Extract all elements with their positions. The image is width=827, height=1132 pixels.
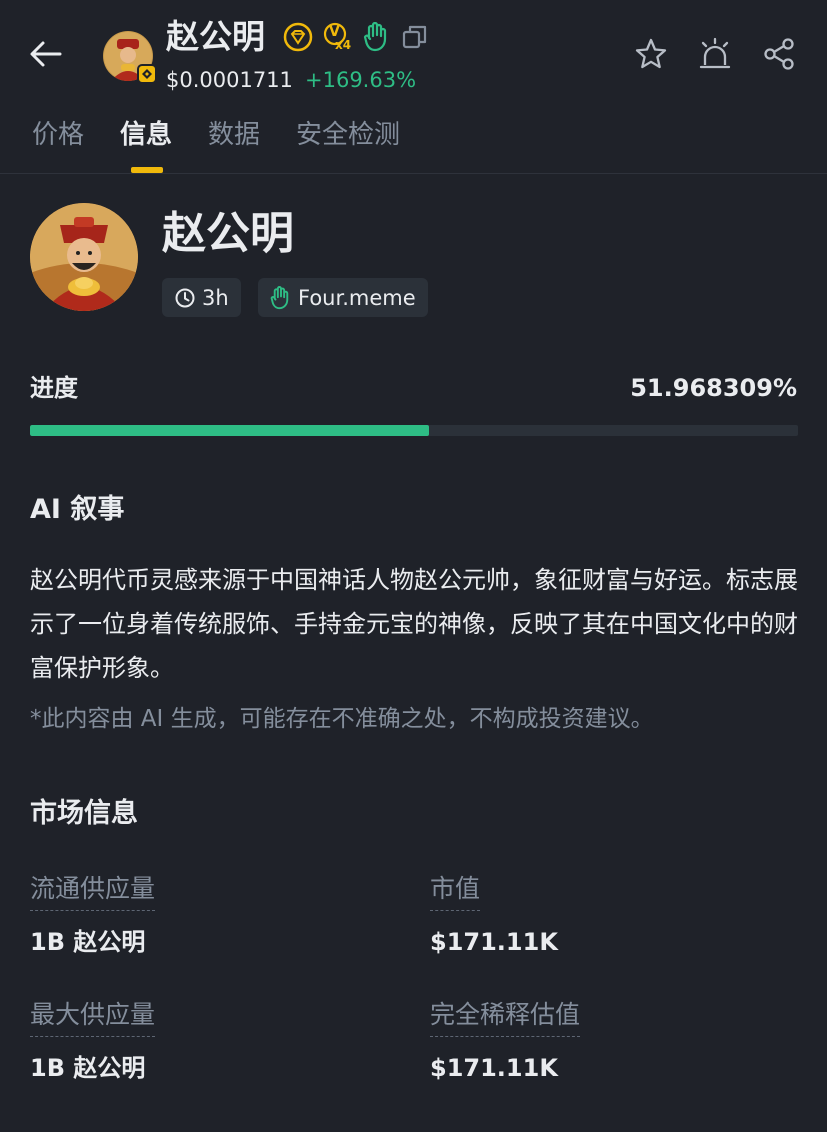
clock-icon <box>175 288 195 307</box>
header-actions <box>633 36 797 72</box>
token-avatar <box>30 203 138 311</box>
token-name: 赵公明 <box>162 208 294 259</box>
max-supply-value: 1B 赵公明 <box>30 1054 146 1082</box>
hand-icon <box>270 285 289 309</box>
fdv-value: $171.11K <box>430 1054 558 1082</box>
copy-icon[interactable] <box>401 23 429 51</box>
ai-narrative-title: AI 叙事 <box>30 494 125 525</box>
progress-bar <box>30 425 798 436</box>
back-button[interactable] <box>26 34 66 74</box>
hand-icon <box>363 22 387 52</box>
vip-multiplier: x4 <box>335 38 352 52</box>
tab-info[interactable]: 信息 <box>120 118 172 152</box>
fdv-label[interactable]: 完全稀释估值 <box>430 998 581 1037</box>
circulating-supply-label[interactable]: 流通供应量 <box>30 872 156 911</box>
max-supply-label[interactable]: 最大供应量 <box>30 998 156 1037</box>
tab-data[interactable]: 数据 <box>208 118 260 152</box>
share-button[interactable] <box>761 36 797 72</box>
bnb-chain-icon <box>137 64 157 84</box>
progress-bar-fill <box>30 425 430 436</box>
platform-name: Four.meme <box>298 285 416 310</box>
share-icon <box>764 38 794 70</box>
header: 赵公明 V x4 $0.0001711 +169.63% <box>0 0 827 110</box>
ai-narrative-body: 赵公明代币灵感来源于中国神话人物赵公元帅，象征财富与好运。标志展示了一位身着传统… <box>30 566 798 682</box>
ai-disclaimer: *此内容由 AI 生成，可能存在不准确之处，不构成投资建议。 <box>30 706 654 732</box>
alert-button[interactable] <box>697 36 733 72</box>
header-badges: V x4 <box>283 22 429 52</box>
back-arrow-icon <box>30 41 62 67</box>
market-info-title: 市场信息 <box>30 798 138 829</box>
alert-icon <box>699 37 731 69</box>
market-cap-value: $171.11K <box>430 928 558 956</box>
header-price: $0.0001711 <box>166 68 293 92</box>
active-tab-indicator <box>131 167 163 173</box>
progress-label: 进度 <box>30 374 78 402</box>
token-age: 3h <box>202 285 229 310</box>
platform-chip[interactable]: Four.meme <box>258 278 428 317</box>
token-age-chip: 3h <box>162 278 241 317</box>
circulating-supply-value: 1B 赵公明 <box>30 928 146 956</box>
tab-bar: 价格 信息 数据 安全检测 <box>0 112 827 174</box>
star-icon <box>635 38 667 69</box>
header-price-change: +169.63% <box>305 68 417 92</box>
header-title: 赵公明 <box>166 17 265 56</box>
vip-badge-icon: V x4 <box>323 22 353 52</box>
tab-security-check[interactable]: 安全检测 <box>296 118 400 152</box>
market-cap-label[interactable]: 市值 <box>430 872 481 911</box>
diamond-badge-icon <box>283 22 313 52</box>
favorite-button[interactable] <box>633 36 669 72</box>
tab-price[interactable]: 价格 <box>32 118 84 152</box>
progress-value: 51.968309% <box>630 374 797 402</box>
